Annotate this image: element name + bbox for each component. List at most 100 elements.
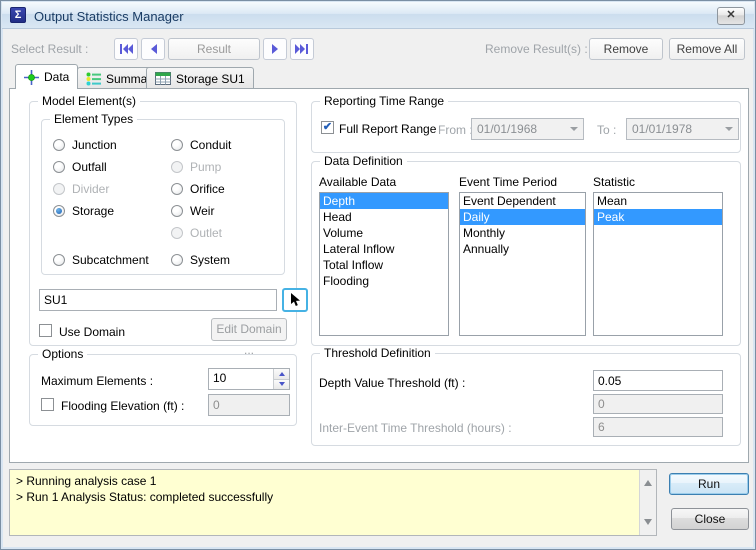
remove-button[interactable]: Remove	[589, 38, 663, 60]
depth-value-threshold-input[interactable]	[593, 370, 723, 391]
log-line: > Run 1 Analysis Status: completed succe…	[16, 490, 274, 504]
reporting-group-label: Reporting Time Range	[320, 94, 449, 108]
radio-outfall[interactable]: Outfall	[53, 156, 149, 178]
radio-label: Weir	[190, 204, 215, 218]
radio-orifice[interactable]: Orifice	[171, 178, 231, 200]
data-definition-group-label: Data Definition	[320, 154, 407, 168]
from-date-dropdown: 01/01/1968	[471, 118, 584, 140]
maximum-elements-label: Maximum Elements :	[41, 374, 154, 388]
radio-subcatchment[interactable]: Subcatchment	[53, 249, 149, 271]
status-log[interactable]: > Running analysis case 1 > Run 1 Analysi…	[9, 469, 657, 536]
radio-label: System	[190, 253, 231, 267]
element-name-input[interactable]	[39, 289, 277, 311]
radio-circle[interactable]	[53, 205, 65, 217]
event-time-period-listbox[interactable]: Event Dependent Daily Monthly Annually	[459, 192, 586, 336]
flooding-elevation-checkbox[interactable]	[41, 398, 54, 411]
remove-results-label: Remove Result(s) :	[485, 42, 588, 56]
statistic-header: Statistic	[593, 175, 636, 189]
use-domain-checkbox[interactable]	[39, 324, 52, 337]
maximum-elements-value[interactable]: 10	[209, 369, 273, 389]
threshold-group-label: Threshold Definition	[320, 346, 435, 360]
first-result-button[interactable]	[114, 38, 138, 60]
radio-label: Pump	[190, 160, 222, 174]
radio-circle[interactable]	[53, 161, 65, 173]
element-types-group-label: Element Types	[50, 112, 138, 126]
from-label: From :	[438, 123, 473, 137]
pick-element-button[interactable]	[282, 288, 308, 312]
list-item[interactable]: Depth	[320, 193, 448, 209]
maximum-elements-stepper[interactable]: 10	[208, 368, 290, 390]
list-item[interactable]: Monthly	[460, 225, 585, 241]
cursor-arrow-icon	[290, 293, 300, 306]
tab-data[interactable]: Data	[15, 64, 79, 89]
from-date-value: 01/01/1968	[477, 122, 538, 136]
radio-circle[interactable]	[171, 139, 183, 151]
full-report-range-checkbox[interactable]	[321, 121, 334, 134]
crosshair-icon	[24, 69, 39, 85]
list-item[interactable]: Annually	[460, 241, 585, 257]
next-result-button[interactable]	[263, 38, 287, 60]
output-statistics-manager-dialog: Σ Output Statistics Manager ✕ Select Res…	[0, 0, 756, 550]
list-item[interactable]: Peak	[594, 209, 722, 225]
options-group-label: Options	[38, 347, 88, 361]
spin-down-icon[interactable]	[274, 378, 289, 389]
log-scrollbar[interactable]	[639, 470, 656, 535]
run-button[interactable]: Run	[669, 473, 749, 495]
radio-junction[interactable]: Junction	[53, 134, 149, 156]
event-time-period-header: Event Time Period	[459, 175, 558, 189]
select-result-label: Select Result :	[11, 42, 89, 56]
list-item[interactable]: Event Dependent	[460, 193, 585, 209]
radio-circle	[171, 161, 183, 173]
list-item[interactable]: Mean	[594, 193, 722, 209]
list-item[interactable]: Lateral Inflow	[320, 241, 448, 257]
remove-all-button[interactable]: Remove All	[669, 38, 745, 60]
dropdown-arrow-icon	[725, 127, 733, 135]
radio-circle[interactable]	[53, 254, 65, 266]
scroll-down-icon[interactable]	[644, 519, 652, 529]
radio-label: Divider	[72, 182, 110, 196]
flooding-elevation-input	[208, 394, 290, 416]
radio-label: Outlet	[190, 226, 223, 240]
available-data-listbox[interactable]: Depth Head Volume Lateral Inflow Total Inflo…	[319, 192, 449, 336]
radio-storage[interactable]: Storage	[53, 200, 149, 222]
previous-result-button[interactable]	[141, 38, 165, 60]
radio-label: Storage	[72, 204, 115, 218]
tab-storage-label: Storage SU1	[176, 71, 245, 86]
list-item[interactable]: Head	[320, 209, 448, 225]
window-close-button[interactable]: ✕	[717, 7, 745, 25]
list-item[interactable]: Volume	[320, 225, 448, 241]
radio-label: Subcatchment	[72, 253, 149, 267]
tab-data-label: Data	[44, 70, 70, 84]
depth-value-threshold-label: Depth Value Threshold (ft) :	[319, 376, 466, 390]
radio-label: Orifice	[190, 182, 225, 196]
last-result-button[interactable]	[290, 38, 314, 60]
tab-storage-su1[interactable]: Storage SU1	[146, 67, 254, 89]
result-button[interactable]: Result	[168, 38, 260, 60]
list-item[interactable]: Total Inflow	[320, 257, 448, 273]
radio-pump: Pump	[171, 156, 231, 178]
spinner-buttons[interactable]	[273, 369, 289, 389]
secondary-threshold-input	[593, 394, 723, 414]
radio-system[interactable]: System	[171, 249, 231, 271]
radio-circle[interactable]	[171, 254, 183, 266]
radio-label: Conduit	[190, 138, 232, 152]
radio-circle[interactable]	[171, 205, 183, 217]
radio-outlet: Outlet	[171, 222, 231, 244]
radio-conduit[interactable]: Conduit	[171, 134, 231, 156]
close-button[interactable]: Close	[671, 508, 749, 530]
table-icon	[155, 72, 171, 85]
list-item[interactable]: Flooding	[320, 273, 448, 289]
scroll-up-icon[interactable]	[644, 476, 652, 486]
radio-circle[interactable]	[171, 183, 183, 195]
summary-list-icon	[86, 72, 101, 85]
radio-circle[interactable]	[53, 139, 65, 151]
list-item[interactable]: Daily	[460, 209, 585, 225]
last-icon	[295, 44, 308, 54]
radio-weir[interactable]: Weir	[171, 200, 231, 222]
app-sigma-icon: Σ	[10, 7, 26, 23]
spin-up-icon[interactable]	[274, 369, 289, 379]
window-title: Output Statistics Manager	[34, 9, 184, 24]
to-label: To :	[597, 123, 617, 137]
dropdown-arrow-icon	[570, 127, 578, 135]
statistic-listbox[interactable]: Mean Peak	[593, 192, 723, 336]
